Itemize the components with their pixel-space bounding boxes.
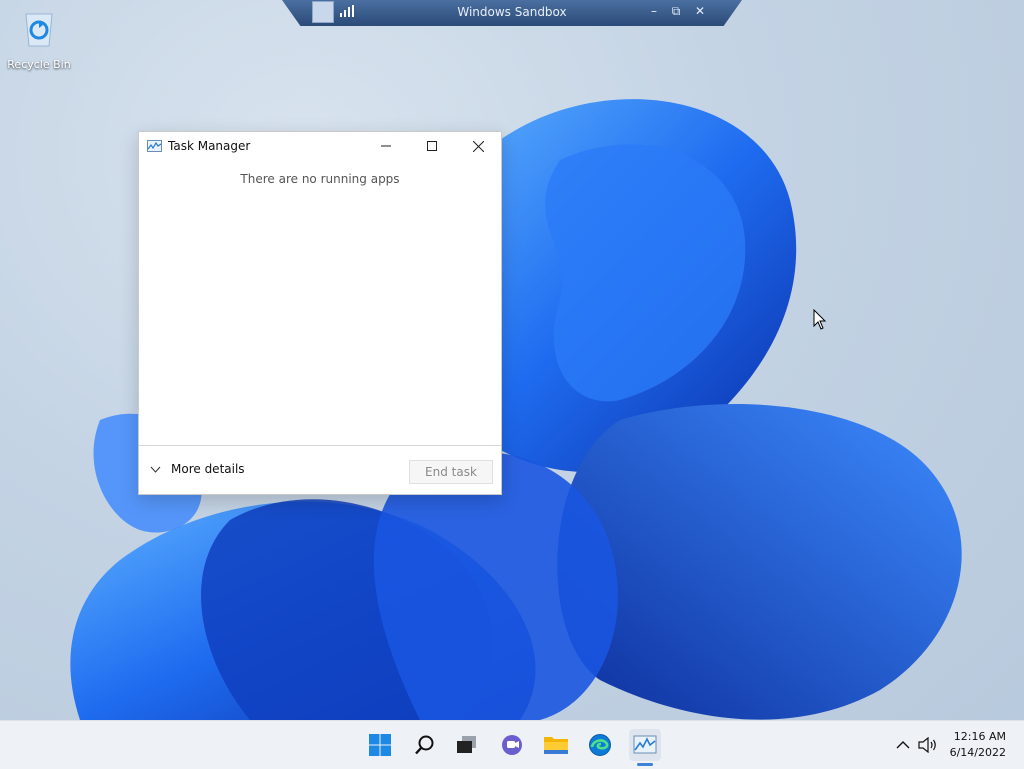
chat-icon: [502, 735, 522, 755]
chat-button[interactable]: [496, 729, 528, 761]
clock-time: 12:16 AM: [953, 730, 1006, 743]
window-title: Task Manager: [168, 139, 251, 153]
maximize-button[interactable]: [409, 132, 455, 160]
recycle-bin-label: Recycle Bin: [7, 58, 71, 71]
clock-date: 6/14/2022: [949, 746, 1006, 759]
minimize-icon: [381, 145, 391, 147]
task-manager-icon: [633, 735, 657, 754]
sandbox-connection-bar: Windows Sandbox – ⧉ ✕: [282, 0, 742, 26]
sandbox-minimize-button[interactable]: –: [646, 4, 662, 18]
window-footer: More details End task: [139, 445, 501, 494]
folder-icon: [544, 737, 568, 754]
more-details-label: More details: [171, 462, 245, 476]
end-task-button[interactable]: End task: [409, 460, 493, 484]
sandbox-close-button[interactable]: ✕: [692, 4, 708, 18]
close-icon: [472, 140, 484, 152]
recycle-bin-shortcut[interactable]: Recycle Bin: [6, 8, 72, 71]
chevron-down-icon: [150, 466, 161, 473]
search-button[interactable]: [409, 729, 441, 761]
recycle-bin-icon: [25, 13, 53, 47]
task-view-icon: [457, 736, 476, 753]
file-explorer-button[interactable]: [540, 729, 572, 761]
task-manager-window: Task Manager There are no running apps M…: [138, 131, 502, 495]
windows-logo-icon: [369, 734, 391, 756]
sandbox-restore-button[interactable]: ⧉: [668, 4, 684, 19]
system-tray: [896, 721, 938, 769]
search-icon: [415, 735, 434, 755]
more-details-toggle[interactable]: More details: [150, 462, 245, 476]
start-button[interactable]: [364, 729, 396, 761]
active-app-indicator: [637, 763, 653, 766]
speaker-icon[interactable]: [918, 737, 938, 753]
title-bar[interactable]: Task Manager: [139, 132, 501, 160]
close-button[interactable]: [455, 132, 501, 160]
empty-state-message: There are no running apps: [240, 172, 400, 186]
taskbar: 12:16 AM 6/14/2022: [0, 720, 1024, 769]
task-manager-taskbar-button[interactable]: [629, 729, 661, 761]
minimize-button[interactable]: [363, 132, 409, 160]
maximize-icon: [427, 141, 437, 151]
task-manager-icon: [147, 140, 162, 152]
edge-icon: [589, 734, 611, 756]
edge-button[interactable]: [584, 729, 616, 761]
clock[interactable]: 12:16 AM 6/14/2022: [950, 729, 1006, 761]
task-view-button[interactable]: [451, 729, 483, 761]
chevron-up-icon[interactable]: [896, 740, 910, 750]
mouse-cursor-icon: [813, 309, 827, 330]
